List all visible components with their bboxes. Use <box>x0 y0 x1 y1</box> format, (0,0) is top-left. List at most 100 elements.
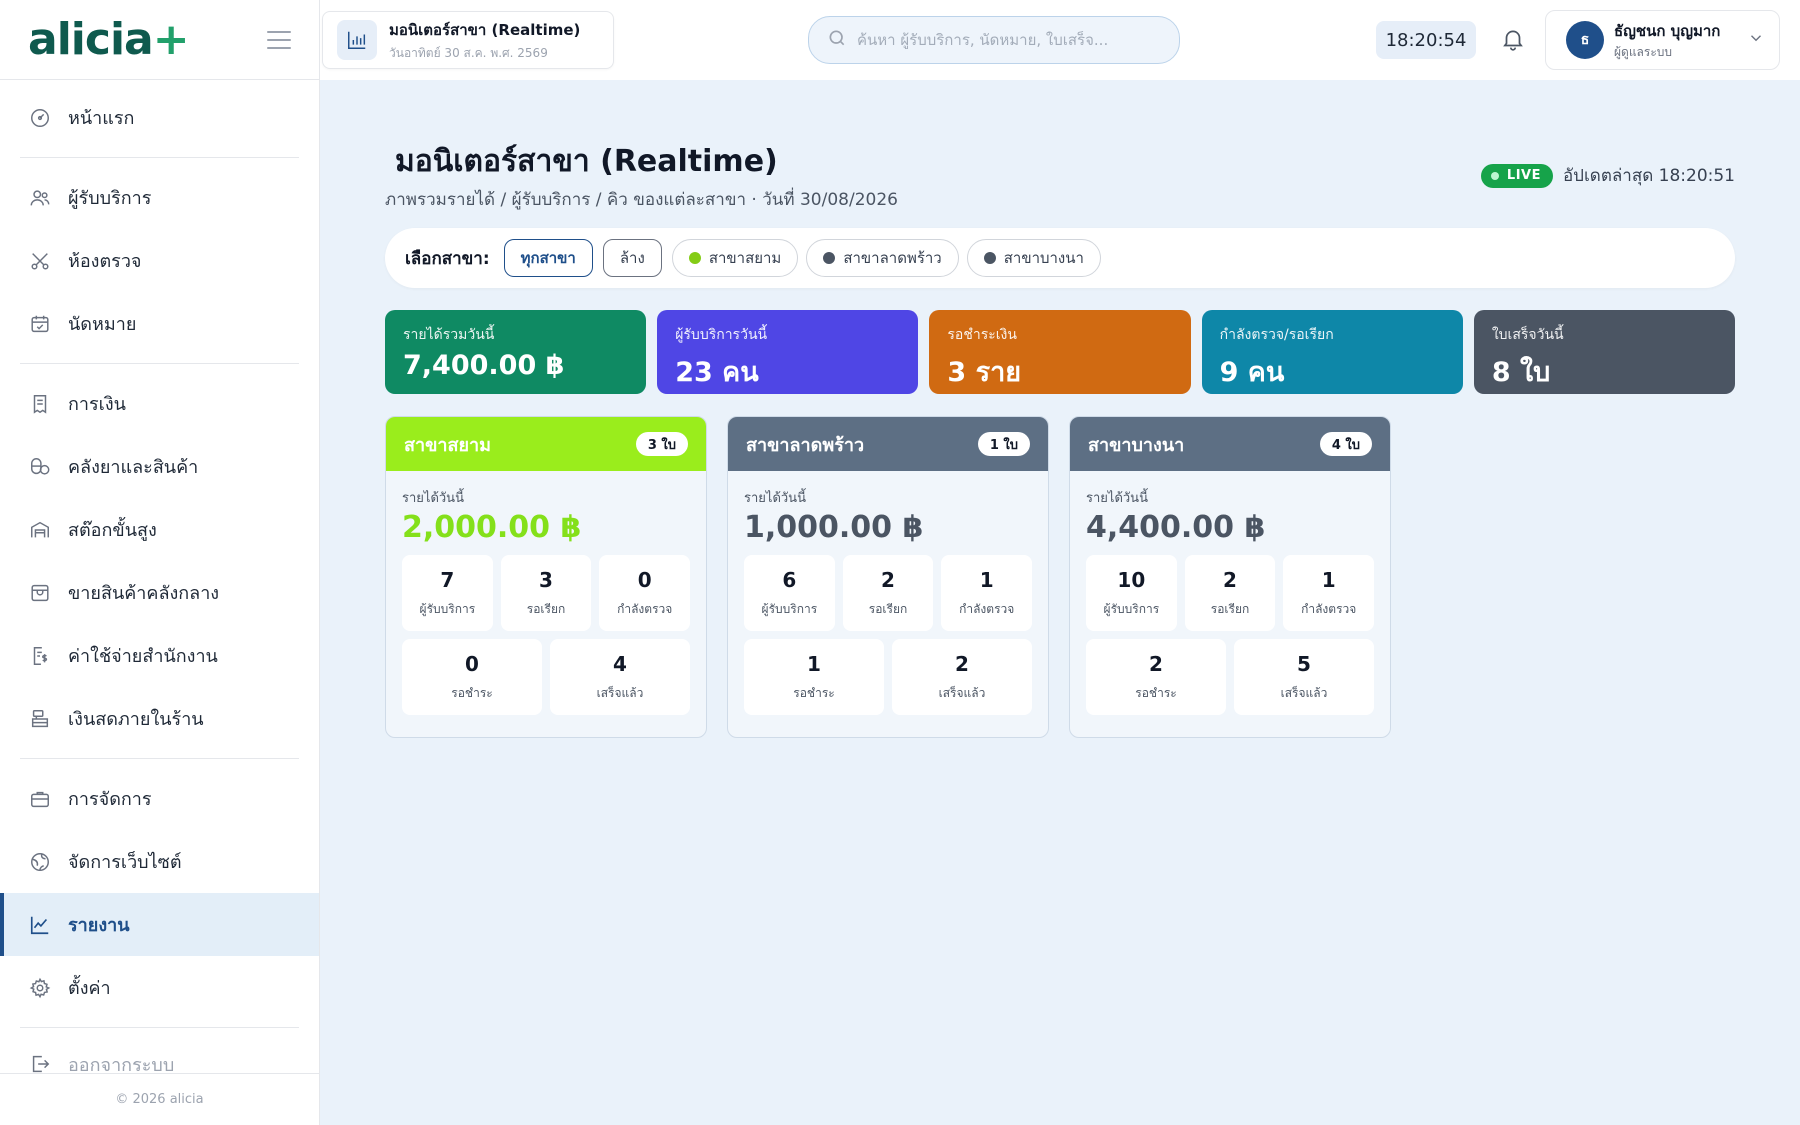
stat-card-revenue: รายได้รวมวันนี้ 7,400.00 ฿ <box>385 310 647 394</box>
sidebar-item-label: นัดหมาย <box>68 314 137 335</box>
filter-branch-bangna[interactable]: สาขาบางนา <box>966 239 1101 277</box>
metric-value: 2 <box>1149 651 1163 676</box>
metric-awaiting-payment: 0 รอชำระ <box>402 639 542 715</box>
globe-icon <box>28 850 52 874</box>
metric-row: 7 ผู้รับบริการ 3 รอเรียก 0 กำลังตรวจ <box>402 555 691 631</box>
footer-copyright: © 2026 alicia <box>0 1073 319 1125</box>
metric-waiting: 2 รอเรียก <box>1184 555 1276 631</box>
stat-card-receipts: ใบเสร็จวันนี้ 8 ใบ <box>1473 310 1736 394</box>
metric-label: ผู้รับบริการ <box>761 601 818 616</box>
metric-label: รอเรียก <box>868 601 908 616</box>
search-input[interactable] <box>857 31 1147 49</box>
metric-label: กำลังตรวจ <box>1301 601 1357 616</box>
branch-header: สาขาลาดพร้าว 1 ใบ <box>728 417 1048 471</box>
filter-branch-ladprao[interactable]: สาขาลาดพร้าว <box>806 239 959 277</box>
page-subtitle: ภาพรวมรายได้ / ผู้รับบริการ / คิว ของแต่… <box>385 190 898 210</box>
logo-plus: + <box>152 14 190 65</box>
stat-card-in-exam: กำลังตรวจ/รอเรียก 9 คน <box>1201 310 1463 394</box>
stat-label: รอชำระเงิน <box>947 327 1017 343</box>
metric-value: 5 <box>1297 651 1311 676</box>
metric-label: รอชำระ <box>1135 685 1177 700</box>
branch-dot-icon <box>688 252 701 264</box>
stat-value: 7,400.00 ฿ <box>403 350 565 381</box>
branch-body: รายได้วันนี้ 1,000.00 ฿ 6 ผู้รับบริการ 2 ร… <box>728 471 1048 737</box>
sidebar-item-label: ผู้รับบริการ <box>68 188 152 209</box>
branch-dot-icon <box>983 252 996 264</box>
branch-cards: สาขาสยาม 3 ใบ รายได้วันนี้ 2,000.00 ฿ 7 ผ… <box>385 416 1391 738</box>
bell-icon[interactable] <box>1498 24 1528 54</box>
briefcase-icon <box>28 787 52 811</box>
logo[interactable]: alicia+ <box>28 14 190 65</box>
metric-value: 1 <box>979 567 994 592</box>
stat-value: 9 คน <box>1219 357 1285 388</box>
receipt-count-badge: 3 ใบ <box>635 432 688 456</box>
metric-label: ผู้รับบริการ <box>419 601 476 616</box>
sidebar-item-advanced-stock[interactable]: สต๊อกขั้นสูง <box>0 498 319 561</box>
last-updated: อัปเดตล่าสุด 18:20:51 <box>1562 166 1735 186</box>
sidebar-item-central-sales[interactable]: ขายสินค้าคลังกลาง <box>0 561 319 624</box>
metric-label: รอชำระ <box>793 685 835 700</box>
sidebar-item-reports[interactable]: รายงาน <box>0 893 319 956</box>
avatar: ธ <box>1566 21 1604 59</box>
chart-line-icon <box>28 913 52 937</box>
live-status: LIVE อัปเดตล่าสุด 18:20:51 <box>1480 162 1735 189</box>
sidebar-item-office-expenses[interactable]: ค่าใช้จ่ายสำนักงาน <box>0 624 319 687</box>
page-title: มอนิเตอร์สาขา (Realtime) <box>395 144 778 179</box>
expense-icon <box>28 644 52 668</box>
metric-waiting: 2 รอเรียก <box>842 555 934 631</box>
stat-label: ใบเสร็จวันนี้ <box>1491 327 1564 343</box>
metric-value: 10 <box>1117 567 1146 592</box>
sidebar-item-exam-room[interactable]: ห้องตรวจ <box>0 229 319 292</box>
revenue-label: รายได้วันนี้ <box>744 491 806 506</box>
filter-branch-siam[interactable]: สาขาสยาม <box>671 239 799 277</box>
user-menu[interactable]: ธ ธัญชนก บุญมาก ผู้ดูแลระบบ <box>1545 10 1780 70</box>
sidebar-item-settings[interactable]: ตั้งค่า <box>0 956 319 1019</box>
branch-card-siam[interactable]: สาขาสยาม 3 ใบ รายได้วันนี้ 2,000.00 ฿ 7 ผ… <box>385 416 707 738</box>
revenue-value: 1,000.00 ฿ <box>744 510 924 545</box>
sidebar-item-pharmacy[interactable]: คลังยาและสินค้า <box>0 435 319 498</box>
sidebar-item-label: ค่าใช้จ่ายสำนักงาน <box>68 646 218 667</box>
sidebar-item-home[interactable]: หน้าแรก <box>0 86 319 149</box>
filter-label: เลือกสาขา: <box>405 248 490 269</box>
search-box[interactable] <box>808 16 1180 64</box>
stat-value: 3 ราย <box>947 357 1022 388</box>
live-label: LIVE <box>1506 168 1541 183</box>
logo-bar: alicia+ <box>0 0 319 80</box>
branch-card-ladprao[interactable]: สาขาลาดพร้าว 1 ใบ รายได้วันนี้ 1,000.00 … <box>727 416 1049 738</box>
metric-in-exam: 1 กำลังตรวจ <box>941 555 1033 631</box>
branch-body: รายได้วันนี้ 4,400.00 ฿ 10 ผู้รับบริการ 2… <box>1070 471 1390 737</box>
metric-done: 2 เสร็จแล้ว <box>892 639 1032 715</box>
topbar: มอนิเตอร์สาขา (Realtime) วันอาทิตย์ 30 ส… <box>320 0 1800 80</box>
branch-name: สาขาบางนา <box>1088 434 1185 456</box>
stat-card-awaiting-payment: รอชำระเงิน 3 ราย <box>929 310 1191 394</box>
menu-toggle-icon[interactable] <box>267 30 291 49</box>
filter-all-button[interactable]: ทุกสาขา <box>503 239 593 277</box>
metric-label: กำลังตรวจ <box>617 601 673 616</box>
metric-value: 2 <box>955 651 969 676</box>
clock: 18:20:54 <box>1376 21 1476 59</box>
metric-value: 2 <box>1223 567 1237 592</box>
metric-awaiting-payment: 2 รอชำระ <box>1086 639 1226 715</box>
sidebar-item-website[interactable]: จัดการเว็บไซต์ <box>0 830 319 893</box>
divider <box>20 157 299 158</box>
branch-body: รายได้วันนี้ 2,000.00 ฿ 7 ผู้รับบริการ 3 ร… <box>386 471 706 737</box>
dashboard-icon <box>28 106 52 130</box>
metric-in-exam: 1 กำลังตรวจ <box>1283 555 1375 631</box>
user-name: ธัญชนก บุญมาก <box>1614 21 1721 40</box>
stat-value: 23 คน <box>675 357 759 388</box>
sidebar-item-label: การเงิน <box>68 394 126 415</box>
filter-clear-button[interactable]: ล้าง <box>602 239 662 277</box>
sidebar-item-label: จัดการเว็บไซต์ <box>68 852 182 873</box>
sidebar-item-customers[interactable]: ผู้รับบริการ <box>0 166 319 229</box>
branch-card-bangna[interactable]: สาขาบางนา 4 ใบ รายได้วันนี้ 4,400.00 ฿ 1… <box>1069 416 1391 738</box>
divider <box>20 363 299 364</box>
live-badge: LIVE <box>1480 163 1553 188</box>
sidebar-item-appointments[interactable]: นัดหมาย <box>0 292 319 355</box>
metric-row: 0 รอชำระ 4 เสร็จแล้ว <box>402 639 690 715</box>
branch-filter: เลือกสาขา: ทุกสาขา ล้าง สาขาสยาม สาขาลาด… <box>385 228 1735 288</box>
sidebar-item-store-cash[interactable]: เงินสดภายในร้าน <box>0 687 319 750</box>
sidebar-item-management[interactable]: การจัดการ <box>0 767 319 830</box>
sidebar-item-finance[interactable]: การเงิน <box>0 372 319 435</box>
filter-branch-label: สาขาสยาม <box>708 249 782 267</box>
metric-label: รอเรียก <box>526 601 566 616</box>
